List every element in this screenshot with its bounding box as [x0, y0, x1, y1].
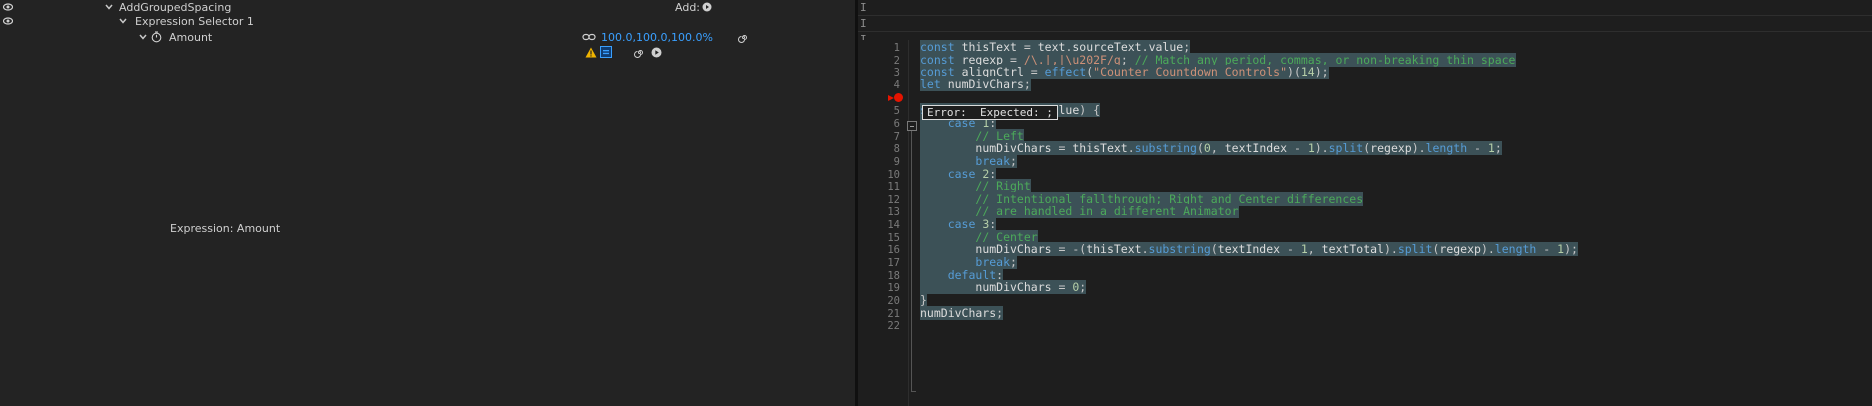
line-number: 4: [893, 79, 900, 91]
expression-editor[interactable]: 1 2 3 4 5 6 7 8 9 10 11 12 13 14 15 16 17 18 19 20 21 22 cons…: [858, 40, 1872, 406]
fold-toggle-icon[interactable]: [907, 121, 917, 131]
eye-icon[interactable]: [3, 3, 13, 11]
selector-label: Expression Selector 1: [135, 15, 254, 28]
track-line: I: [858, 32, 1872, 46]
warning-icon[interactable]: [585, 47, 597, 58]
line-number: 2: [893, 55, 900, 67]
code-line[interactable]: let numDivChars;: [920, 77, 1031, 92]
selected-code-text: let numDivChars;: [920, 77, 1031, 91]
line-number: 11: [887, 181, 900, 193]
selector-row[interactable]: Expression Selector 1: [0, 14, 855, 30]
chevron-down-icon[interactable]: [138, 32, 148, 42]
line-number: 8: [893, 143, 900, 155]
line-number: 15: [887, 232, 900, 244]
spiral-icon[interactable]: [738, 32, 749, 43]
line-number: 19: [887, 282, 900, 294]
code-line[interactable]: numDivChars = 0;: [920, 280, 1087, 295]
line-number: 14: [887, 219, 900, 231]
selected-code-text: const thisText = text.sourceText.value;: [920, 40, 1191, 54]
line-number: 20: [887, 295, 900, 307]
play-icon[interactable]: [651, 47, 662, 58]
link-icon[interactable]: [582, 32, 596, 42]
error-marker-icon[interactable]: [894, 93, 903, 102]
selected-code-text: break;: [920, 255, 1017, 269]
selected-code-text: // Right: [920, 179, 1031, 193]
gutter-divider: [908, 40, 909, 406]
group-label: AddGroupedSpacing: [119, 1, 232, 14]
amount-label: Amount: [169, 31, 213, 44]
line-number: 18: [887, 270, 900, 282]
timeline-panel: AddGroupedSpacing Add: Expression Select…: [0, 0, 855, 406]
line-number: 3: [893, 67, 900, 79]
amount-value[interactable]: 100.0,100.0,100.0%: [601, 31, 713, 44]
line-number: 22: [887, 320, 900, 332]
error-tooltip: Error: Expected: ;: [922, 105, 1058, 120]
selected-code-text: // are handled in a different Animator: [920, 204, 1239, 218]
selected-code-text: break;: [920, 154, 1017, 168]
stopwatch-icon[interactable]: [151, 31, 162, 43]
selected-code-text: case 3:: [920, 217, 997, 231]
keyframe-marker-icon[interactable]: I: [860, 1, 867, 14]
selected-code-text: numDivChars = thisText.substring(0, text…: [920, 141, 1502, 155]
selected-code-text: numDivChars = 0;: [920, 280, 1087, 294]
code-line[interactable]: numDivChars;: [920, 306, 1004, 321]
chevron-down-icon[interactable]: [118, 16, 128, 26]
line-number: 1: [893, 42, 900, 54]
selected-code-text: numDivChars;: [920, 306, 1004, 320]
graph-icon[interactable]: [634, 47, 645, 58]
eye-icon[interactable]: [3, 17, 13, 25]
expression-controls-row: [0, 46, 855, 62]
selected-code-text: numDivChars = -(thisText.substring(textI…: [920, 242, 1578, 256]
chevron-down-icon[interactable]: [104, 2, 114, 12]
keyframe-marker-icon[interactable]: I: [860, 17, 867, 30]
fold-guide-end: [911, 391, 916, 392]
track-line: I: [858, 0, 1872, 16]
add-play-icon[interactable]: [702, 2, 712, 12]
expression-label: Expression: Amount: [170, 222, 281, 235]
line-number: 21: [887, 308, 900, 320]
add-label: Add:: [675, 1, 701, 14]
code-line[interactable]: numDivChars = -(thisText.substring(textI…: [920, 242, 1578, 257]
fold-guide: [911, 131, 912, 391]
amount-row[interactable]: Amount 100.0,100.0,100.0%: [0, 30, 855, 46]
line-number: 12: [887, 194, 900, 206]
line-number: 10: [887, 169, 900, 181]
line-number: 5: [893, 105, 900, 117]
selected-code-text: }: [920, 293, 927, 307]
line-number: 6: [893, 118, 900, 130]
line-number: 16: [887, 244, 900, 256]
line-number: 7: [893, 131, 900, 143]
line-number: 17: [887, 257, 900, 269]
equals-icon[interactable]: [600, 46, 612, 58]
timeline-graph-area: I I I 1234567891011121314151617181920212…: [858, 0, 1872, 406]
line-number: 9: [893, 156, 900, 168]
line-number: 13: [887, 206, 900, 218]
track-line: I: [858, 16, 1872, 32]
